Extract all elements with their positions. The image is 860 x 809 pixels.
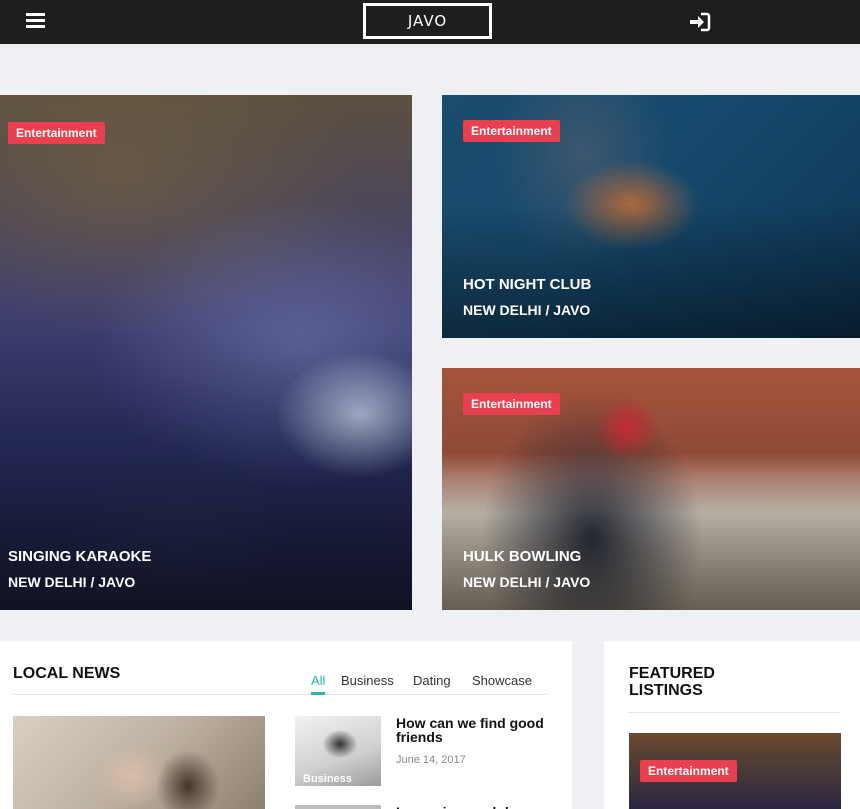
listing-card-singing-karaoke[interactable] bbox=[0, 95, 412, 610]
news-thumbnail[interactable] bbox=[295, 805, 381, 809]
site-logo[interactable]: JAVO bbox=[363, 3, 492, 39]
tab-business[interactable]: Business bbox=[341, 673, 394, 688]
listing-location: NEW DELHI / JAVO bbox=[463, 574, 591, 590]
category-badge[interactable]: Entertainment bbox=[8, 122, 105, 144]
sign-in-icon[interactable] bbox=[688, 12, 712, 32]
category-badge[interactable]: Entertainment bbox=[640, 760, 737, 782]
news-item-date: June 14, 2017 bbox=[396, 754, 466, 766]
tab-all[interactable]: All bbox=[311, 673, 325, 688]
category-badge[interactable]: Entertainment bbox=[463, 393, 560, 415]
top-navbar: JAVO bbox=[0, 0, 860, 44]
category-badge[interactable]: Entertainment bbox=[463, 120, 560, 142]
listing-title[interactable]: SINGING KARAOKE bbox=[8, 548, 151, 565]
news-item-title[interactable]: How can we find good friends bbox=[396, 716, 546, 744]
active-tab-indicator bbox=[311, 692, 325, 695]
listing-title[interactable]: HOT NIGHT CLUB bbox=[463, 276, 591, 293]
local-news-heading: LOCAL NEWS bbox=[13, 665, 121, 682]
listing-location: NEW DELHI / JAVO bbox=[8, 574, 136, 590]
featured-listings-heading: FEATURED LISTINGS bbox=[629, 665, 715, 699]
listing-title[interactable]: HULK BOWLING bbox=[463, 548, 581, 565]
news-category-label: Business bbox=[303, 773, 352, 785]
divider bbox=[13, 694, 547, 695]
tab-showcase[interactable]: Showcase bbox=[472, 673, 532, 688]
news-item-title[interactable]: Lorem ipsum dolor bbox=[396, 804, 546, 809]
hamburger-menu-icon[interactable] bbox=[26, 12, 46, 30]
tab-dating[interactable]: Dating bbox=[413, 673, 451, 688]
featured-news-image[interactable] bbox=[13, 716, 265, 809]
listing-location: NEW DELHI / JAVO bbox=[463, 302, 591, 318]
divider bbox=[629, 712, 841, 713]
